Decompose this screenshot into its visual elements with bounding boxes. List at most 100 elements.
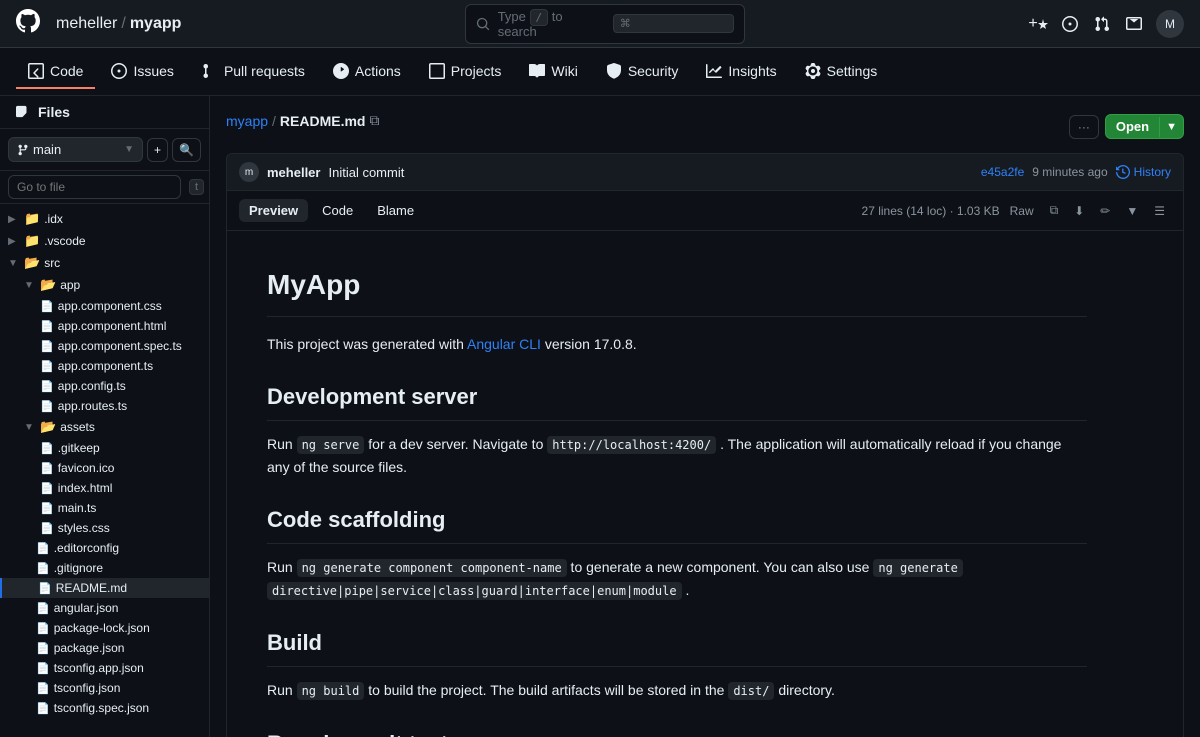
- reponame[interactable]: myapp: [130, 15, 182, 33]
- tree-item-readme[interactable]: 📄 README.md: [0, 578, 209, 598]
- tree-item-src[interactable]: ▼ 📂 src: [0, 252, 209, 274]
- settings-nav-icon: [805, 63, 821, 79]
- tree-item-app-config-ts[interactable]: 📄 app.config.ts: [0, 376, 209, 396]
- view-tab-code[interactable]: Code: [312, 199, 363, 222]
- view-tab-blame[interactable]: Blame: [367, 199, 424, 222]
- breadcrumb-repo-link[interactable]: myapp: [226, 113, 268, 129]
- more-file-options-button[interactable]: ▼: [1120, 200, 1144, 222]
- go-to-file-input[interactable]: [8, 175, 181, 199]
- open-button[interactable]: Open ▼: [1105, 114, 1184, 139]
- committer-name[interactable]: meheller: [267, 165, 320, 180]
- tree-item-label: .vscode: [44, 234, 85, 248]
- tree-item-tsconfig-app[interactable]: 📄 tsconfig.app.json: [0, 658, 209, 678]
- history-button[interactable]: History: [1116, 165, 1171, 179]
- tree-item-tsconfig[interactable]: 📄 tsconfig.json: [0, 678, 209, 698]
- code-ng-generate-options: directive|pipe|service|class|guard|inter…: [267, 582, 682, 600]
- commit-hash[interactable]: e45a2fe: [981, 165, 1024, 179]
- tree-item-editorconfig[interactable]: 📄 .editorconfig: [0, 538, 209, 558]
- tree-item-label: index.html: [58, 481, 113, 495]
- go-to-file-bar: t: [0, 171, 209, 204]
- section-dev-server-heading: Development server: [267, 379, 1087, 421]
- tree-item-label: tsconfig.spec.json: [54, 701, 149, 715]
- tree-item-label: tsconfig.app.json: [54, 661, 144, 675]
- tree-item-label: app.component.spec.ts: [58, 339, 182, 353]
- edit-button[interactable]: ✏: [1094, 200, 1116, 222]
- tab-settings[interactable]: Settings: [793, 55, 890, 89]
- branch-icon: [17, 144, 29, 156]
- file-viewer: m meheller Initial commit e45a2fe 9 minu…: [226, 153, 1184, 737]
- tree-item-label: .editorconfig: [54, 541, 119, 555]
- commit-time: 9 minutes ago: [1032, 165, 1107, 179]
- tree-item-label: angular.json: [54, 601, 119, 615]
- open-button-chevron-icon[interactable]: ▼: [1159, 117, 1183, 137]
- tree-item-app[interactable]: ▼ 📂 app: [0, 274, 209, 296]
- tab-wiki[interactable]: Wiki: [517, 55, 589, 89]
- tree-item-app-component-css[interactable]: 📄 app.component.css: [0, 296, 209, 316]
- view-tab-preview[interactable]: Preview: [239, 199, 308, 222]
- tree-item-label: package-lock.json: [54, 621, 150, 635]
- tree-item-main-ts[interactable]: 📄 main.ts: [0, 498, 209, 518]
- tab-actions-label: Actions: [355, 63, 401, 79]
- tree-item-app-component-html[interactable]: 📄 app.component.html: [0, 316, 209, 336]
- github-logo[interactable]: [16, 9, 40, 39]
- tree-item-gitkeep[interactable]: 📄 .gitkeep: [0, 438, 209, 458]
- tree-item-label: app: [60, 278, 80, 292]
- tree-item-tsconfig-spec[interactable]: 📄 tsconfig.spec.json: [0, 698, 209, 718]
- issues-icon[interactable]: [1060, 14, 1080, 34]
- branch-bar: main ▼ + 🔍: [0, 129, 209, 171]
- download-button[interactable]: ⬇: [1068, 200, 1090, 222]
- tree-item-vscode[interactable]: ▶ 📁 .vscode: [0, 230, 209, 252]
- add-file-button[interactable]: +: [147, 138, 168, 162]
- tab-insights[interactable]: Insights: [694, 55, 788, 89]
- section-build-content: Run ng build to build the project. The b…: [267, 679, 1087, 701]
- tree-item-assets[interactable]: ▼ 📂 assets: [0, 416, 209, 438]
- tree-item-label: main.ts: [58, 501, 97, 515]
- new-button[interactable]: +: [1028, 14, 1048, 34]
- tab-issues[interactable]: Issues: [99, 55, 185, 89]
- tree-item-app-component-ts[interactable]: 📄 app.component.ts: [0, 356, 209, 376]
- search-command-kbd: ⌘: [613, 14, 734, 33]
- go-to-file-kbd: t: [189, 179, 204, 195]
- tree-item-app-routes-ts[interactable]: 📄 app.routes.ts: [0, 396, 209, 416]
- tree-item-favicon[interactable]: 📄 favicon.ico: [0, 458, 209, 478]
- search-box[interactable]: Type / to search ⌘: [465, 4, 745, 44]
- main-content: myapp / README.md ⧉ ··· Open ▼ m: [210, 96, 1200, 737]
- tree-item-label: .idx: [44, 212, 63, 226]
- folder-icon: 📁: [24, 233, 40, 249]
- copy-path-icon[interactable]: ⧉: [369, 112, 379, 129]
- inbox-icon[interactable]: [1124, 14, 1144, 34]
- tab-insights-label: Insights: [728, 63, 776, 79]
- history-icon: [1116, 165, 1130, 179]
- tree-item-app-component-spec[interactable]: 📄 app.component.spec.ts: [0, 336, 209, 356]
- username[interactable]: meheller: [56, 15, 117, 33]
- tree-item-angular-json[interactable]: 📄 angular.json: [0, 598, 209, 618]
- tab-actions[interactable]: Actions: [321, 55, 413, 89]
- tree-item-label: app.component.css: [58, 299, 162, 313]
- file-menu-button[interactable]: ☰: [1148, 200, 1171, 222]
- file-icon: 📄: [40, 320, 54, 333]
- tree-item-gitignore[interactable]: 📄 .gitignore: [0, 558, 209, 578]
- tree-item-styles-css[interactable]: 📄 styles.css: [0, 518, 209, 538]
- file-icon: 📄: [36, 542, 50, 555]
- tab-code[interactable]: Code: [16, 55, 95, 89]
- sidebar-files-icon: [16, 105, 30, 119]
- tree-item-index-html[interactable]: 📄 index.html: [0, 478, 209, 498]
- copy-raw-button[interactable]: ⧉: [1044, 199, 1065, 222]
- user-avatar[interactable]: M: [1156, 10, 1184, 38]
- more-options-button[interactable]: ···: [1069, 115, 1099, 139]
- search-files-button[interactable]: 🔍: [172, 138, 201, 162]
- section-scaffolding-heading: Code scaffolding: [267, 502, 1087, 544]
- pull-request-icon[interactable]: [1092, 14, 1112, 34]
- code-ng-serve: ng serve: [297, 436, 365, 454]
- tree-item-package-lock[interactable]: 📄 package-lock.json: [0, 618, 209, 638]
- branch-selector[interactable]: main ▼: [8, 137, 143, 162]
- tab-projects[interactable]: Projects: [417, 55, 514, 89]
- tree-item-idx[interactable]: ▶ 📁 .idx: [0, 208, 209, 230]
- tree-item-package-json[interactable]: 📄 package.json: [0, 638, 209, 658]
- tab-pullrequests[interactable]: Pull requests: [190, 55, 317, 89]
- raw-button[interactable]: Raw: [1004, 200, 1040, 222]
- angular-cli-link[interactable]: Angular CLI: [467, 336, 541, 352]
- file-icon: 📄: [40, 462, 54, 475]
- file-icon: 📄: [36, 562, 50, 575]
- tab-security[interactable]: Security: [594, 55, 691, 89]
